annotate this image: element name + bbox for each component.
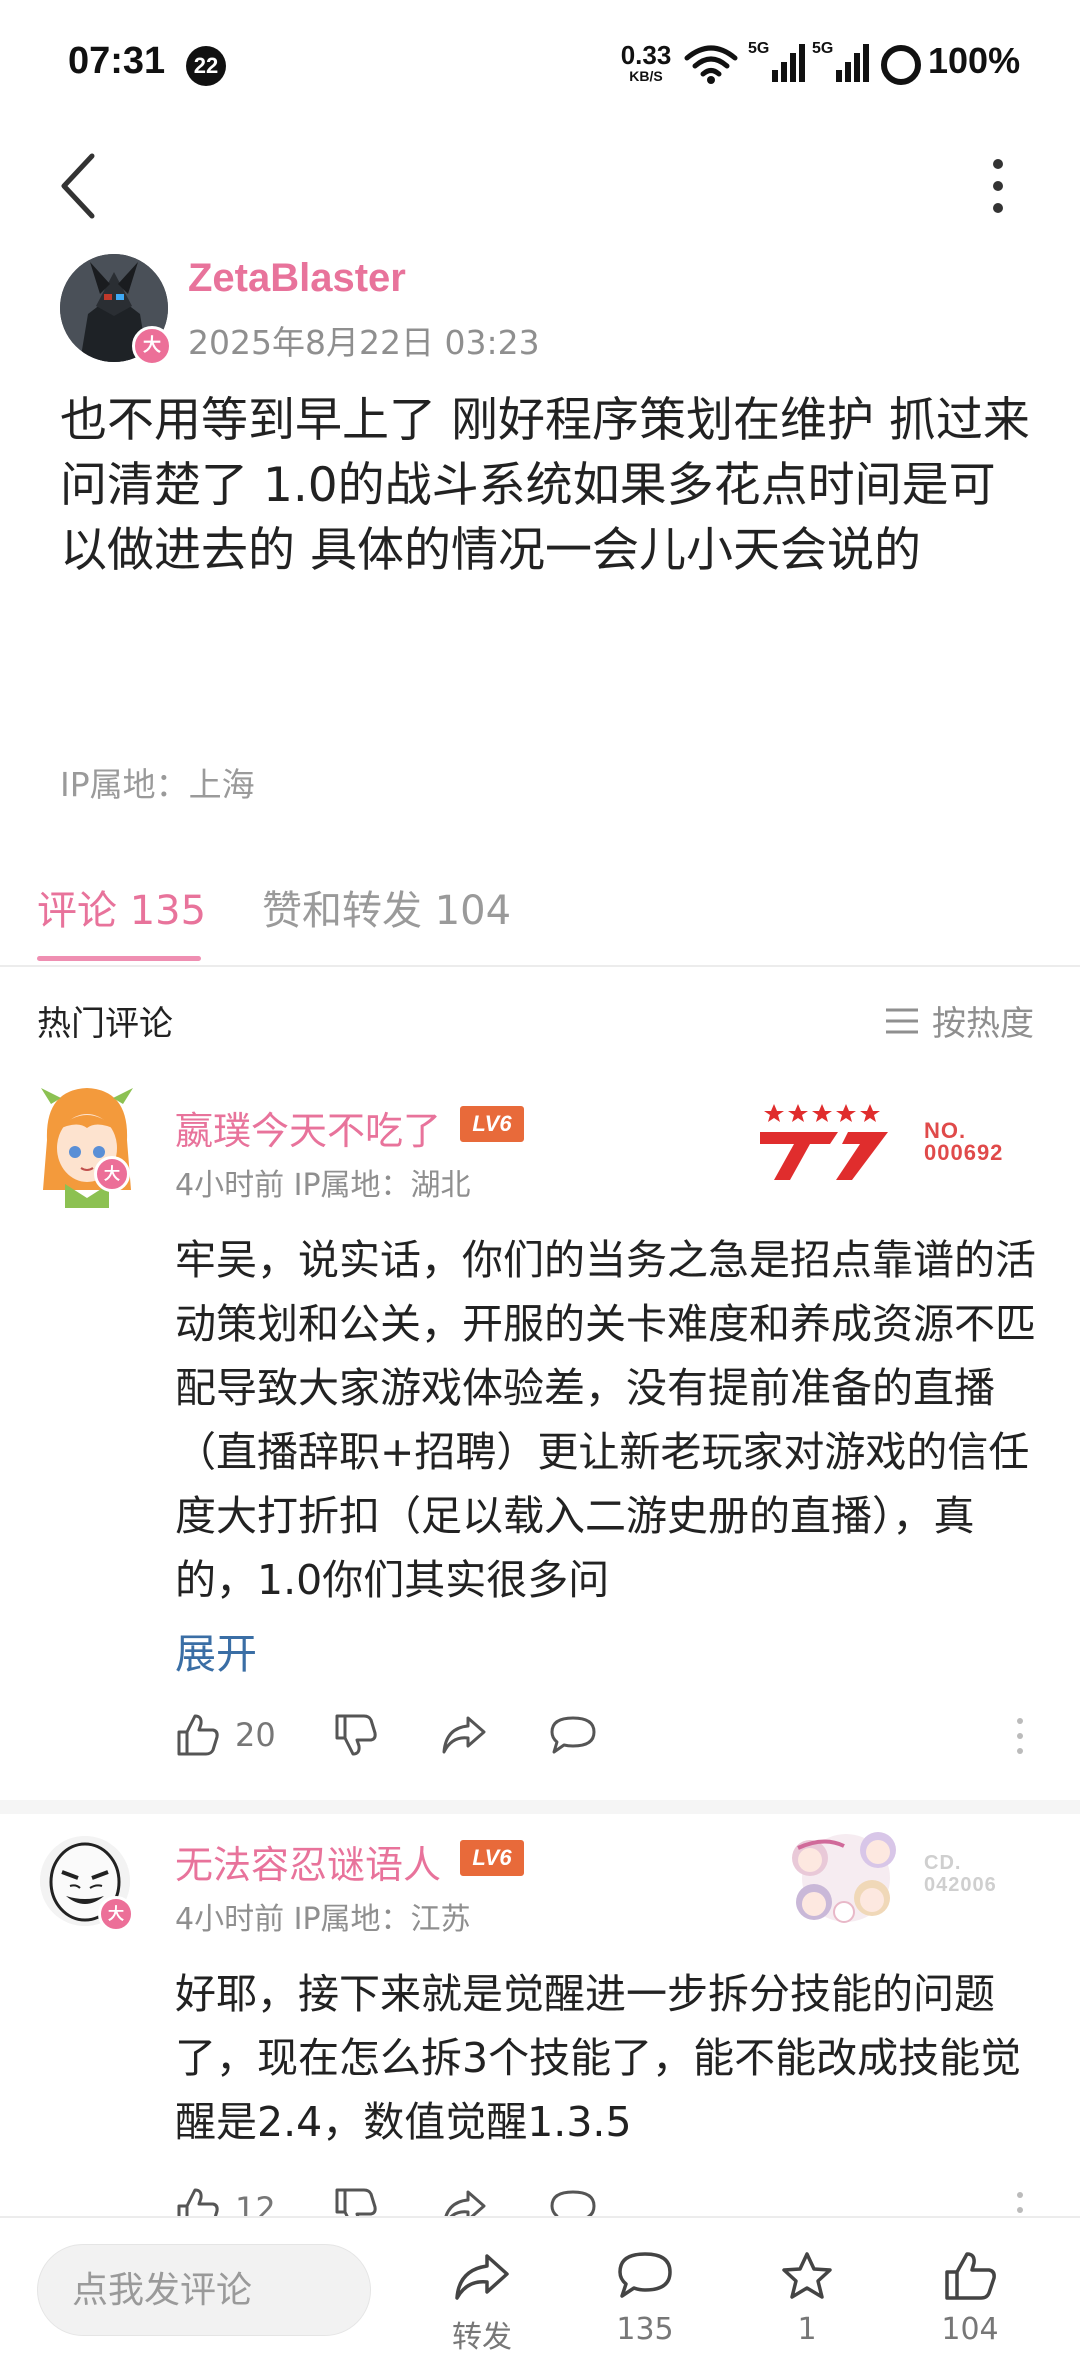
tabs-divider	[0, 965, 1080, 967]
sort-label: 按热度	[932, 1004, 1034, 1044]
comment-body: 好耶，接下来就是觉醒进一步拆分技能的问题了，现在怎么拆3个技能了，能不能改成技能…	[175, 1970, 1022, 2146]
comment-level-tag: LV6	[460, 1840, 524, 1876]
author-name[interactable]: ZetaBlaster	[188, 256, 406, 301]
thumbs-up-icon	[177, 1714, 219, 1756]
back-button[interactable]	[56, 150, 104, 222]
dislike-button[interactable]	[333, 1712, 379, 1758]
wifi-icon	[684, 44, 738, 84]
thumbs-down-icon	[335, 1714, 377, 1756]
favorites-count: 1	[797, 2312, 817, 2347]
fan-badge-number: NO. 000692	[924, 1120, 1003, 1164]
comment-input[interactable]: 点我发评论	[37, 2244, 371, 2336]
comment-meta: 4小时前 IP属地：江苏	[175, 1902, 471, 1937]
post-body: 也不用等到早上了 刚好程序策划在维护 抓过来问清楚了 1.0的战斗系统如果多花点…	[60, 393, 1030, 578]
repost-button[interactable]: 转发	[422, 2250, 542, 2356]
fan-badge-id: 000692	[924, 1140, 1004, 1165]
t1-fan-badge	[756, 1100, 896, 1184]
comment-avatar[interactable]	[37, 1080, 137, 1210]
comment-level-badge: 大	[98, 1896, 134, 1932]
share-button[interactable]	[440, 1712, 488, 1758]
comment-bubble-icon	[618, 2252, 672, 2298]
comment-bubble-icon	[550, 1716, 596, 1754]
list-sort-icon	[886, 1008, 918, 1033]
comment-author-name[interactable]: 无法容忍谜语人	[175, 1834, 441, 1889]
favorite-button[interactable]: 1	[747, 2250, 867, 2347]
active-tab-indicator	[37, 956, 201, 961]
anime-fan-badge	[784, 1818, 908, 1934]
like-button[interactable]: 20	[175, 1712, 276, 1758]
more-vertical-icon	[1017, 1718, 1023, 1754]
sort-by-hot-button[interactable]: 按热度	[884, 996, 1034, 1045]
fan-badge-id: 042006	[924, 1874, 997, 1896]
t1-logo-icon	[760, 1104, 888, 1180]
share-arrow-icon	[455, 2254, 509, 2300]
share-arrow-icon	[442, 1716, 486, 1754]
repost-label: 转发	[452, 2320, 512, 2355]
more-options-button[interactable]	[978, 156, 1018, 216]
comment-meta: 4小时前 IP属地：湖北	[175, 1168, 471, 1203]
comment-level-tag: LV6	[460, 1106, 524, 1142]
comment-divider	[0, 1800, 1080, 1814]
status-time: 07:31	[68, 40, 166, 82]
chevron-left-icon	[61, 153, 95, 219]
post-ip-location: IP属地：上海	[60, 765, 255, 804]
comment-more-button[interactable]	[1010, 1716, 1030, 1756]
network-speed-value: 0.33	[620, 40, 672, 70]
network-speed: 0.33 KB/S	[618, 42, 674, 84]
fan-badge-number: CD. 042006	[924, 1852, 997, 1896]
comment-body: 牢吴，说实话，你们的当务之急是招点靠谱的活动策划和公关，开服的关卡难度和养成资源…	[175, 1236, 1036, 1604]
post-timestamp: 2025年8月22日 03:23	[188, 323, 540, 362]
battery-icon	[880, 44, 922, 86]
comment-author-name[interactable]: 嬴璞今天不吃了	[175, 1100, 441, 1155]
tab-comments[interactable]: 评论 135	[37, 878, 206, 936]
comment-level-badge: 大	[94, 1156, 130, 1192]
network-speed-unit: KB/S	[629, 68, 663, 84]
likes-count: 104	[941, 2312, 999, 2347]
more-vertical-icon	[993, 159, 1003, 213]
battery-level: 100%	[928, 40, 1021, 81]
like-count: 20	[235, 1716, 276, 1754]
comments-count: 135	[616, 2312, 674, 2347]
expand-comment-link[interactable]: 展开	[175, 1620, 257, 1680]
reply-button[interactable]	[548, 1712, 598, 1758]
fan-badge-prefix: CD.	[924, 1852, 962, 1874]
notification-count-badge: 22	[186, 46, 226, 86]
author-level-badge: 大	[132, 326, 172, 366]
like-post-button[interactable]: 104	[910, 2250, 1030, 2347]
fan-badge-prefix: NO.	[924, 1118, 967, 1143]
comments-button[interactable]: 135	[585, 2250, 705, 2347]
star-icon	[782, 2252, 832, 2299]
anime-group-badge-icon	[792, 1832, 896, 1923]
hot-comments-title: 热门评论	[37, 1004, 173, 1044]
thumbs-up-icon	[945, 2252, 996, 2300]
tab-likes-reposts[interactable]: 赞和转发 104	[262, 878, 511, 936]
